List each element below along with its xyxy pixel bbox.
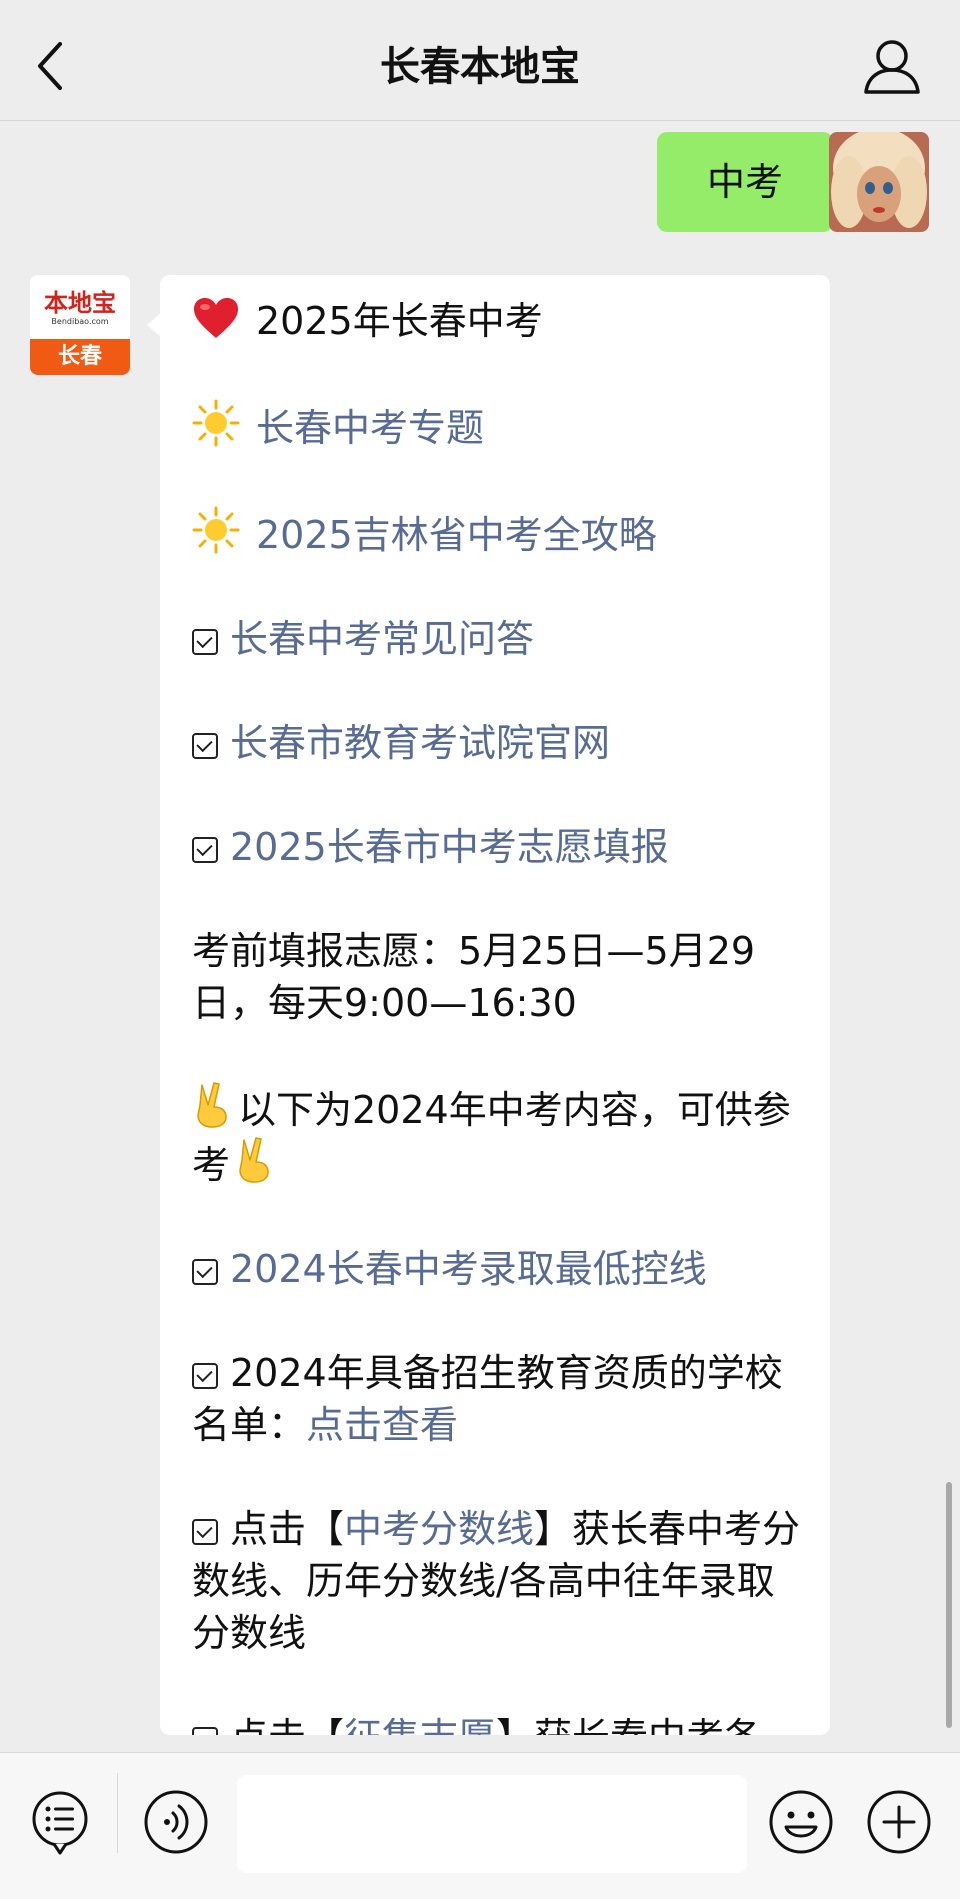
plus-icon xyxy=(867,1790,931,1854)
line-suffix: 】获长春中考各 xyxy=(496,1715,762,1735)
message-line: 2025长春市中考志愿填报 xyxy=(192,821,802,873)
link-min-score[interactable]: 2024长春中考录取最低控线 xyxy=(230,1247,707,1291)
bot-message-bubble: 2025年长春中考 长春中考专题 2025吉林省中考全攻略 长春中考常见问答 长… xyxy=(160,275,830,1735)
user-message-text: 中考 xyxy=(706,160,783,204)
user-avatar[interactable] xyxy=(829,132,929,232)
school-list-text: 2024年具备招生教育资质的学校名单： xyxy=(192,1351,783,1447)
divider xyxy=(117,1773,118,1853)
message-line: 以下为2024年中考内容，可供参考 xyxy=(192,1081,802,1191)
logo-area: 本地宝 Bendibao.com xyxy=(30,275,130,339)
person-icon xyxy=(864,40,920,94)
menu-button[interactable] xyxy=(28,1789,92,1857)
checkbox-icon xyxy=(192,1519,218,1545)
message-line: 点击【征集志愿】获长春中考各 xyxy=(192,1711,802,1735)
victory-hand-icon xyxy=(197,1082,227,1128)
link-view[interactable]: 点击查看 xyxy=(306,1403,458,1447)
logo-text: 本地宝 xyxy=(44,288,116,317)
checkbox-icon xyxy=(192,1363,218,1389)
checkbox-icon xyxy=(192,1727,218,1735)
message-line: 考前填报志愿：5月25日—5月29日，每天9:00—16:30 xyxy=(192,925,802,1029)
message-line: 长春市教育考试院官网 xyxy=(192,717,802,769)
emoji-button[interactable] xyxy=(768,1789,834,1855)
checkbox-icon xyxy=(192,629,218,655)
checkbox-icon xyxy=(192,733,218,759)
scrollbar[interactable] xyxy=(946,1482,952,1728)
smiley-icon xyxy=(769,1790,833,1854)
message-line: 长春中考专题 xyxy=(192,399,802,454)
schedule-text: 考前填报志愿：5月25日—5月29日，每天9:00—16:30 xyxy=(192,929,756,1025)
victory-hand-icon xyxy=(239,1137,269,1183)
checkbox-icon xyxy=(192,837,218,863)
line-prefix: 点击【 xyxy=(230,1507,345,1551)
profile-button[interactable] xyxy=(858,36,926,100)
message-line: 长春中考常见问答 xyxy=(192,613,802,665)
message-line: 2025吉林省中考全攻略 xyxy=(192,506,802,561)
message-input[interactable] xyxy=(237,1775,747,1873)
voice-button[interactable] xyxy=(143,1789,209,1855)
voice-icon xyxy=(144,1790,208,1854)
message-line: 2024年具备招生教育资质的学校名单：点击查看 xyxy=(192,1347,802,1451)
plus-button[interactable] xyxy=(866,1789,932,1855)
message-line: 点击【中考分数线】获长春中考分数线、历年分数线/各高中往年录取分数线 xyxy=(192,1503,802,1659)
checkbox-icon xyxy=(192,1259,218,1285)
menu-list-icon xyxy=(32,1791,88,1855)
sun-icon xyxy=(192,506,240,554)
message-content: 2025年长春中考 长春中考专题 2025吉林省中考全攻略 长春中考常见问答 长… xyxy=(192,295,802,1735)
logo-url: Bendibao.com xyxy=(51,317,109,326)
link-topic[interactable]: 长春中考专题 xyxy=(256,406,484,450)
red-heart-icon xyxy=(194,298,238,338)
page-title: 长春本地宝 xyxy=(380,44,580,90)
link-application[interactable]: 2025长春市中考志愿填报 xyxy=(230,825,669,869)
bot-avatar[interactable]: 本地宝 Bendibao.com 长春 xyxy=(30,275,130,375)
sun-icon xyxy=(192,399,240,447)
logo-city: 长春 xyxy=(30,339,130,375)
link-collect-application[interactable]: 征集志愿 xyxy=(344,1715,496,1735)
note-text: 以下为2024年中考内容，可供参考 xyxy=(192,1088,791,1187)
link-official-site[interactable]: 长春市教育考试院官网 xyxy=(230,721,610,765)
heading-text: 2025年长春中考 xyxy=(256,299,543,343)
bubble-tail xyxy=(147,313,161,337)
link-score-line[interactable]: 中考分数线 xyxy=(344,1507,534,1551)
avatar-image xyxy=(829,132,929,232)
user-message-bubble[interactable]: 中考 xyxy=(657,132,845,232)
link-guide[interactable]: 2025吉林省中考全攻略 xyxy=(256,513,657,557)
top-bar: 长春本地宝 xyxy=(0,0,960,121)
input-bar xyxy=(0,1752,960,1899)
link-faq[interactable]: 长春中考常见问答 xyxy=(230,617,534,661)
line-prefix: 点击【 xyxy=(230,1715,344,1735)
message-line: 2024长春中考录取最低控线 xyxy=(192,1243,802,1295)
message-line: 2025年长春中考 xyxy=(192,295,802,347)
